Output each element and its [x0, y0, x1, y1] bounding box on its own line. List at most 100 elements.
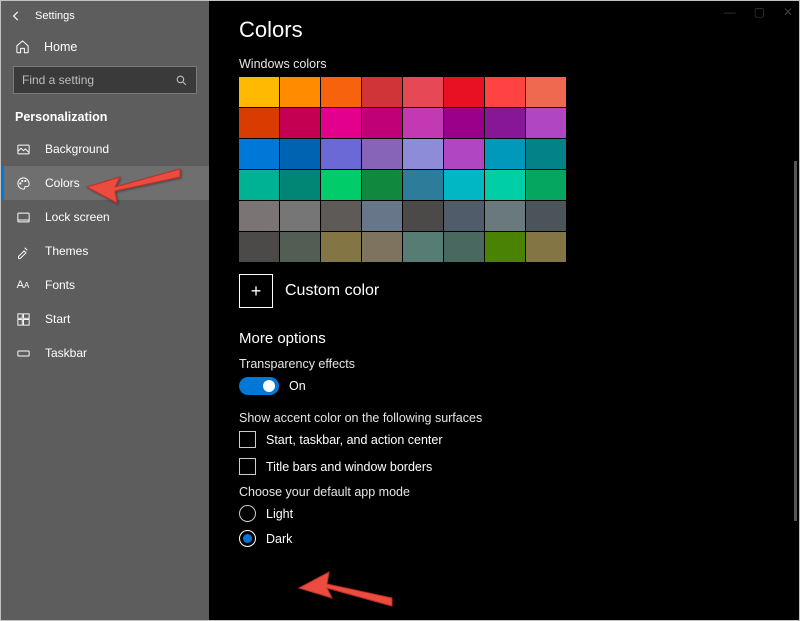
plus-icon: + [239, 274, 273, 308]
search-icon [175, 74, 188, 87]
color-swatch[interactable] [526, 170, 566, 200]
home-label: Home [44, 40, 77, 54]
color-swatch[interactable] [362, 77, 402, 107]
color-swatch[interactable] [280, 77, 320, 107]
color-swatch[interactable] [239, 170, 279, 200]
sidebar-item-label: Fonts [45, 278, 75, 292]
section-label: Personalization [1, 104, 209, 132]
color-swatch[interactable] [239, 201, 279, 231]
transparency-label: Transparency effects [239, 357, 799, 371]
content-pane: — ▢ ✕ Colors Windows colors + Custom col… [209, 1, 799, 620]
color-swatch[interactable] [403, 139, 443, 169]
palette-icon [15, 175, 31, 191]
color-swatch[interactable] [239, 77, 279, 107]
color-palette [239, 77, 568, 262]
radio-icon-selected [239, 530, 256, 547]
color-swatch[interactable] [444, 201, 484, 231]
settings-window: Settings Home Find a setting Personaliza… [0, 0, 800, 621]
radio-dark[interactable]: Dark [239, 530, 799, 547]
color-swatch[interactable] [444, 77, 484, 107]
color-swatch[interactable] [485, 170, 525, 200]
color-swatch[interactable] [362, 139, 402, 169]
scrollbar-thumb[interactable] [794, 161, 797, 521]
color-swatch[interactable] [485, 232, 525, 262]
back-icon[interactable] [9, 9, 23, 23]
home-link[interactable]: Home [1, 31, 209, 62]
radio-label: Light [266, 507, 293, 521]
custom-color-label: Custom color [285, 282, 379, 300]
close-button[interactable]: ✕ [783, 5, 793, 19]
color-swatch[interactable] [526, 201, 566, 231]
taskbar-icon [15, 345, 31, 361]
color-swatch[interactable] [526, 139, 566, 169]
color-swatch[interactable] [526, 108, 566, 138]
color-swatch[interactable] [403, 232, 443, 262]
color-swatch[interactable] [362, 170, 402, 200]
titlebar: Settings [1, 1, 209, 31]
sidebar-item-label: Lock screen [45, 210, 110, 224]
sidebar-item-background[interactable]: Background [1, 132, 209, 166]
color-swatch[interactable] [362, 232, 402, 262]
minimize-button[interactable]: — [724, 5, 736, 19]
custom-color-button[interactable]: + Custom color [239, 274, 799, 308]
sidebar-item-start[interactable]: Start [1, 302, 209, 336]
color-swatch[interactable] [403, 77, 443, 107]
checkbox-icon [239, 458, 256, 475]
radio-light[interactable]: Light [239, 505, 799, 522]
lock-icon [15, 209, 31, 225]
color-swatch[interactable] [321, 139, 361, 169]
color-swatch[interactable] [485, 108, 525, 138]
sidebar-item-label: Colors [45, 176, 80, 190]
sidebar-item-fonts[interactable]: AA Fonts [1, 268, 209, 302]
color-swatch[interactable] [321, 170, 361, 200]
color-swatch[interactable] [485, 77, 525, 107]
checkbox-label: Title bars and window borders [266, 460, 432, 474]
transparency-toggle[interactable] [239, 377, 279, 395]
color-swatch[interactable] [239, 232, 279, 262]
color-swatch[interactable] [321, 232, 361, 262]
color-swatch[interactable] [444, 232, 484, 262]
color-swatch[interactable] [444, 170, 484, 200]
start-icon [15, 311, 31, 327]
color-swatch[interactable] [403, 201, 443, 231]
color-swatch[interactable] [444, 108, 484, 138]
color-swatch[interactable] [239, 139, 279, 169]
color-swatch[interactable] [403, 108, 443, 138]
sidebar-item-label: Background [45, 142, 109, 156]
transparency-value: On [289, 379, 306, 393]
color-swatch[interactable] [239, 108, 279, 138]
maximize-button[interactable]: ▢ [754, 5, 765, 19]
color-swatch[interactable] [321, 201, 361, 231]
color-swatch[interactable] [280, 170, 320, 200]
theme-icon [15, 243, 31, 259]
color-swatch[interactable] [321, 108, 361, 138]
sidebar-item-taskbar[interactable]: Taskbar [1, 336, 209, 370]
color-swatch[interactable] [526, 77, 566, 107]
picture-icon [15, 141, 31, 157]
color-swatch[interactable] [362, 108, 402, 138]
app-mode-label: Choose your default app mode [239, 485, 799, 499]
checkbox-start-taskbar[interactable]: Start, taskbar, and action center [239, 431, 799, 448]
sidebar-item-themes[interactable]: Themes [1, 234, 209, 268]
sidebar-item-lock-screen[interactable]: Lock screen [1, 200, 209, 234]
page-title: Colors [239, 17, 799, 43]
checkbox-title-bars[interactable]: Title bars and window borders [239, 458, 799, 475]
color-swatch[interactable] [280, 139, 320, 169]
sidebar: Settings Home Find a setting Personaliza… [1, 1, 209, 620]
color-swatch[interactable] [280, 232, 320, 262]
color-swatch[interactable] [362, 201, 402, 231]
checkbox-icon [239, 431, 256, 448]
color-swatch[interactable] [485, 201, 525, 231]
color-swatch[interactable] [280, 201, 320, 231]
color-swatch[interactable] [403, 170, 443, 200]
color-swatch[interactable] [444, 139, 484, 169]
color-swatch[interactable] [485, 139, 525, 169]
search-input[interactable]: Find a setting [13, 66, 197, 94]
color-swatch[interactable] [526, 232, 566, 262]
color-swatch[interactable] [321, 77, 361, 107]
more-options-heading: More options [239, 330, 799, 347]
sidebar-item-colors[interactable]: Colors [1, 166, 209, 200]
radio-icon [239, 505, 256, 522]
color-swatch[interactable] [280, 108, 320, 138]
sidebar-item-label: Themes [45, 244, 88, 258]
